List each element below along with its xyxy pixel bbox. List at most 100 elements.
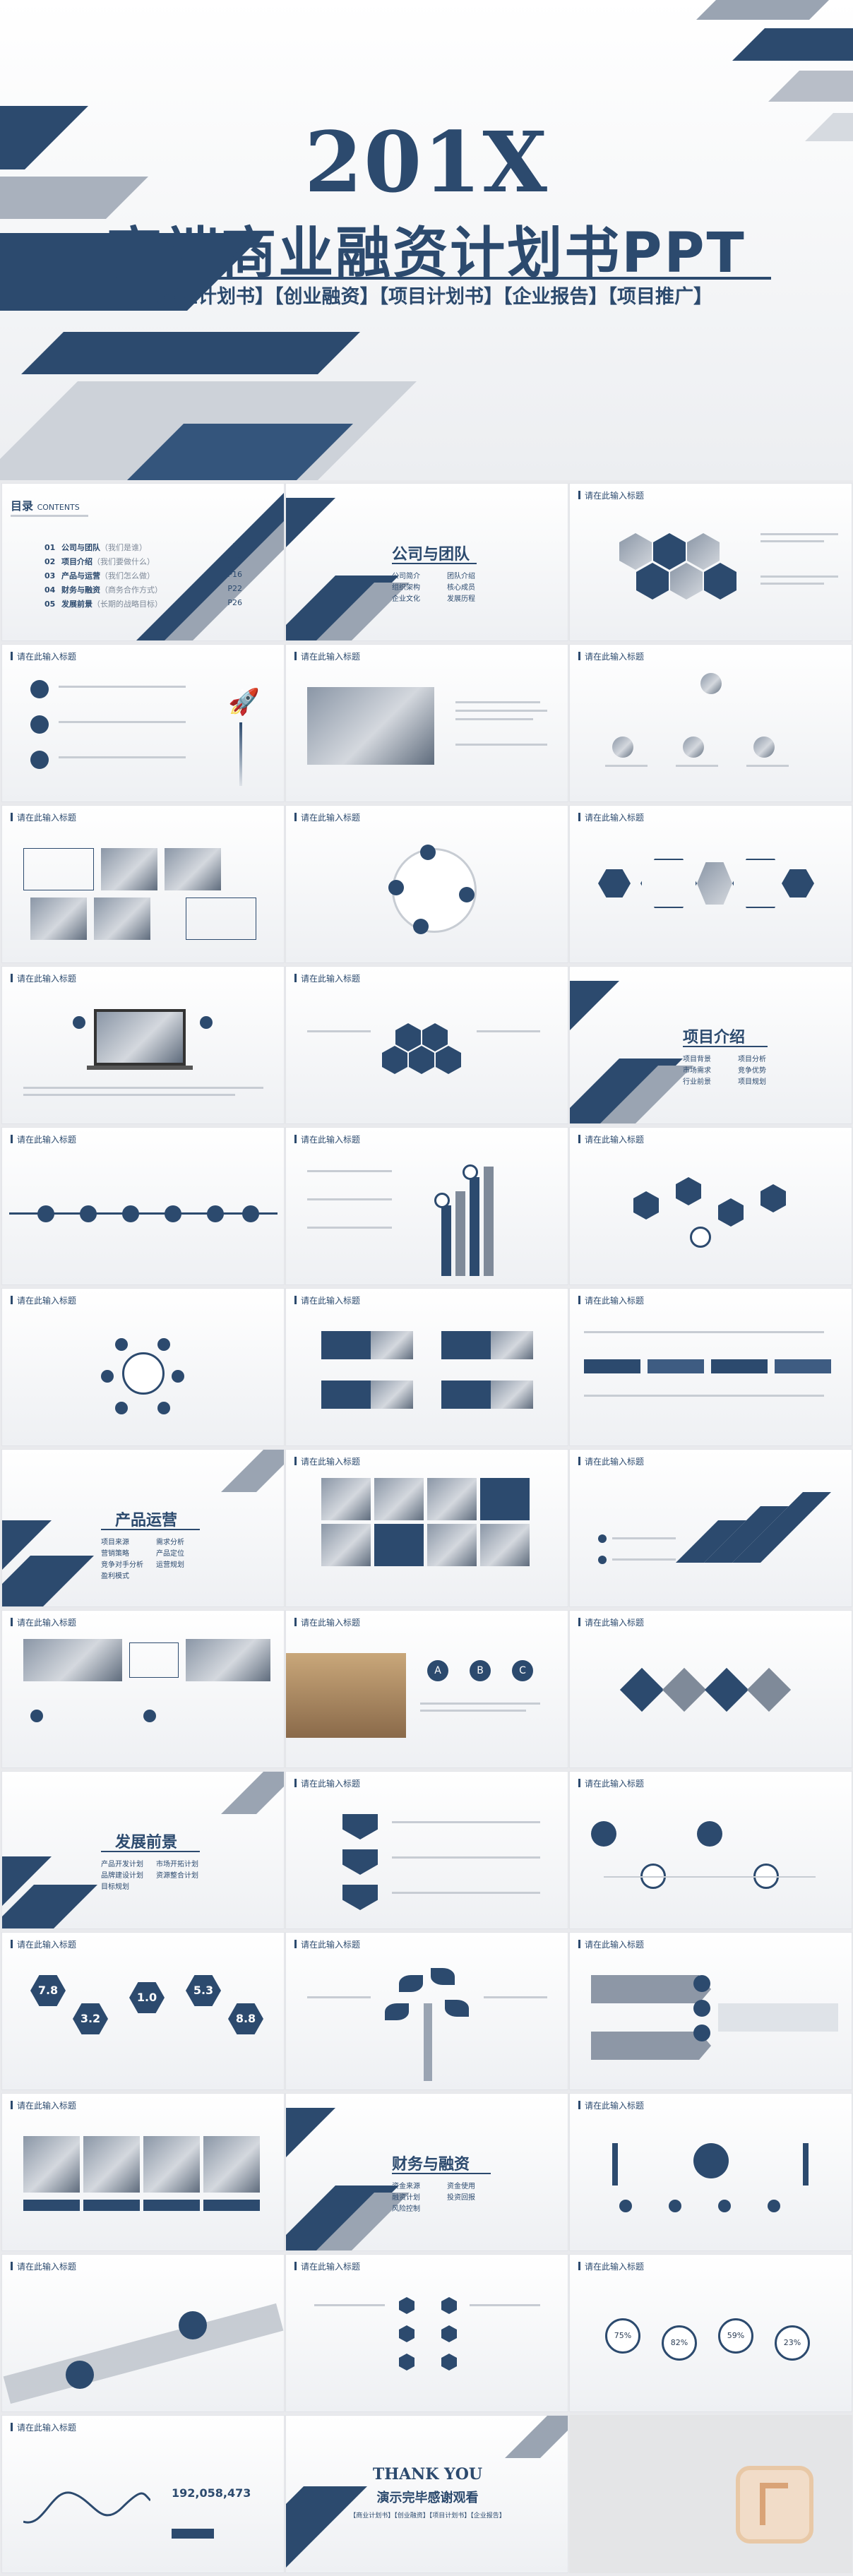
- orbit-dot: [413, 919, 429, 934]
- slide-four-cards[interactable]: 请在此输入标题: [285, 1288, 568, 1446]
- section-item: 风险控制: [392, 2205, 420, 2213]
- slide-percent-rings[interactable]: 请在此输入标题 75% 82% 59% 23%: [569, 2254, 852, 2412]
- toc-num: 05: [44, 600, 56, 609]
- toc-item[interactable]: 05 发展前景（长期的战略目标） P26: [44, 598, 242, 609]
- section-item: 竞争对手分析: [101, 1561, 143, 1569]
- caption-bar: [143, 2200, 200, 2211]
- feature-icon: [30, 1710, 43, 1722]
- slide-horizontal-timeline[interactable]: 请在此输入标题: [1, 1127, 285, 1285]
- slide-section-future[interactable]: 发展前景 产品开发计划 市场开拓计划 品牌建设计划 资源整合计划 目标规划: [1, 1771, 285, 1929]
- slide-handshake[interactable]: 请在此输入标题: [1, 1610, 285, 1768]
- slide-photo-grid[interactable]: 请在此输入标题: [1, 805, 285, 963]
- slide-thank-you[interactable]: THANK YOU 演示完毕感谢观看 【商业计划书】【创业融资】【项目计划书】【…: [285, 2415, 568, 2573]
- toc-sub: （商务合作方式）: [100, 585, 162, 595]
- text-line: [612, 1558, 676, 1561]
- team-photo: [307, 687, 434, 765]
- slide-people-circle[interactable]: 请在此输入标题: [569, 2093, 852, 2251]
- card-photo: [371, 1381, 413, 1409]
- slide-section-product[interactable]: 产品运营 项目来源 需求分析 营销策略 产品定位 竞争对手分析 运营规划 盈利模式: [1, 1449, 285, 1607]
- slide-growth-arrows[interactable]: 请在此输入标题: [569, 1449, 852, 1607]
- globe-icon: [122, 1352, 165, 1395]
- slide-title: 请在此输入标题: [578, 1294, 644, 1306]
- toc-item[interactable]: 01 公司与团队（我们是谁） P4: [44, 542, 242, 553]
- slide-hexagons[interactable]: 请在此输入标题: [569, 483, 852, 641]
- cover-divider: [212, 277, 771, 280]
- leaf-icon: [445, 2000, 469, 2017]
- bar-ring: [434, 1193, 450, 1208]
- slide-icon-list-rocket[interactable]: 请在此输入标题 🚀: [1, 644, 285, 802]
- text-box: [23, 848, 94, 890]
- slide-circle-timeline[interactable]: 请在此输入标题: [285, 805, 568, 963]
- photo: [321, 1524, 371, 1566]
- leaf-icon: [399, 1975, 423, 1992]
- slide-photo-text[interactable]: 请在此输入标题: [285, 644, 568, 802]
- node: [115, 1402, 128, 1414]
- slide-hex-grid[interactable]: 请在此输入标题: [285, 2254, 568, 2412]
- toc-item[interactable]: 03 产品与运营（我们怎么做） P16: [44, 570, 242, 581]
- percent-ring: 82%: [662, 2325, 697, 2361]
- card-label: [441, 1331, 491, 1359]
- hex-icon: [676, 1177, 701, 1205]
- hex-icon: [598, 869, 631, 898]
- section-item: 发展历程: [447, 595, 475, 603]
- section-item: 资源整合计划: [156, 1872, 198, 1880]
- toc-sub: （我们是谁）: [100, 543, 147, 552]
- slide-line-stat[interactable]: 请在此输入标题 192,058,473: [1, 2415, 285, 2573]
- hex-photo: [619, 533, 652, 570]
- toc-num: 04: [44, 585, 56, 595]
- node: [101, 1370, 114, 1383]
- slide-diamonds[interactable]: 请在此输入标题: [569, 1610, 852, 1768]
- text-line: [392, 1856, 540, 1859]
- slide-hex-numbers[interactable]: 请在此输入标题 7.8 3.2 1.0 5.3 8.8: [1, 1932, 285, 2090]
- card-label: [321, 1331, 371, 1359]
- slide-big-arrow[interactable]: 请在此输入标题: [1, 2254, 285, 2412]
- hex-icon: [760, 1184, 786, 1212]
- toc-page: P16: [227, 570, 242, 579]
- big-arrow: [3, 2303, 284, 2404]
- cover-slide: 201X 高端商业融资计划书PPT 【商业计划书】【创业融资】【项目计划书】【企…: [0, 0, 853, 480]
- diamond-icon: [619, 1667, 664, 1712]
- toc-underline: [11, 515, 88, 517]
- slide-toc[interactable]: 目录 CONTENTS 01 公司与团队（我们是谁） P4 02 项目介绍（我们要做什么…: [1, 483, 285, 641]
- text-line: [307, 1170, 392, 1172]
- section-item: 行业前景: [683, 1078, 711, 1086]
- slide-tree[interactable]: 请在此输入标题: [285, 1932, 568, 2090]
- stat-total: 192,058,473: [172, 2486, 251, 2500]
- slide-hex-path[interactable]: 请在此输入标题: [569, 1127, 852, 1285]
- slide-section-company[interactable]: 公司与团队 公司简介 团队介绍 组织架构 核心成员 企业文化 发展历程: [285, 483, 568, 641]
- bar: [470, 1177, 479, 1276]
- toc-item[interactable]: 04 财务与融资（商务合作方式） P22: [44, 584, 242, 595]
- stat-hex: 3.2: [73, 2003, 108, 2034]
- slide-hex-frame[interactable]: 请在此输入标题: [569, 805, 852, 963]
- bar: [484, 1167, 494, 1276]
- slide-arrow-panels[interactable]: 请在此输入标题: [569, 1932, 852, 2090]
- slide-hex-cluster[interactable]: 请在此输入标题: [285, 966, 568, 1124]
- arrow-panel: [591, 1975, 711, 2003]
- slide-photo-strip[interactable]: 请在此输入标题: [1, 2093, 285, 2251]
- photo: [321, 1478, 371, 1520]
- slide-section-project[interactable]: 项目介绍 项目背景 项目分析 市场需求 竞争优势 行业前景 项目规划: [569, 966, 852, 1124]
- slide-title: 请在此输入标题: [578, 489, 644, 501]
- slide-rising-bars[interactable]: 请在此输入标题: [285, 1127, 568, 1285]
- diamond-icon: [662, 1667, 707, 1712]
- slide-step-flow[interactable]: 请在此输入标题: [569, 1288, 852, 1446]
- node: [172, 1370, 184, 1383]
- toc-item[interactable]: 02 项目介绍（我们要做什么） P9: [44, 556, 242, 567]
- toc-label: 发展前景: [61, 600, 93, 609]
- slide-team-members[interactable]: 请在此输入标题: [569, 644, 852, 802]
- stat-button: [172, 2529, 214, 2539]
- thanks-tags: 【商业计划书】【创业融资】【项目计划书】【企业报告】: [350, 2512, 506, 2520]
- slide-laptop[interactable]: 请在此输入标题: [1, 966, 285, 1124]
- hex-icon: [441, 2325, 457, 2342]
- slide-photo-mosaic[interactable]: 请在此输入标题: [285, 1449, 568, 1607]
- slide-title: 请在此输入标题: [11, 972, 76, 984]
- slide-chevrons[interactable]: 请在此输入标题: [285, 1771, 568, 1929]
- slide-section-finance[interactable]: 财务与融资 资金来源 资金使用 融资计划 投资回报 风险控制: [285, 2093, 568, 2251]
- slide-globe-abcd[interactable]: 请在此输入标题: [1, 1288, 285, 1446]
- slide-city-abc[interactable]: 请在此输入标题 A B C: [285, 1610, 568, 1768]
- text-line: [420, 1710, 526, 1712]
- slide-circle-steps[interactable]: 请在此输入标题: [569, 1771, 852, 1929]
- circle-a: A: [427, 1660, 448, 1681]
- slide-title: 请在此输入标题: [11, 1616, 76, 1628]
- timeline-node: [122, 1205, 139, 1222]
